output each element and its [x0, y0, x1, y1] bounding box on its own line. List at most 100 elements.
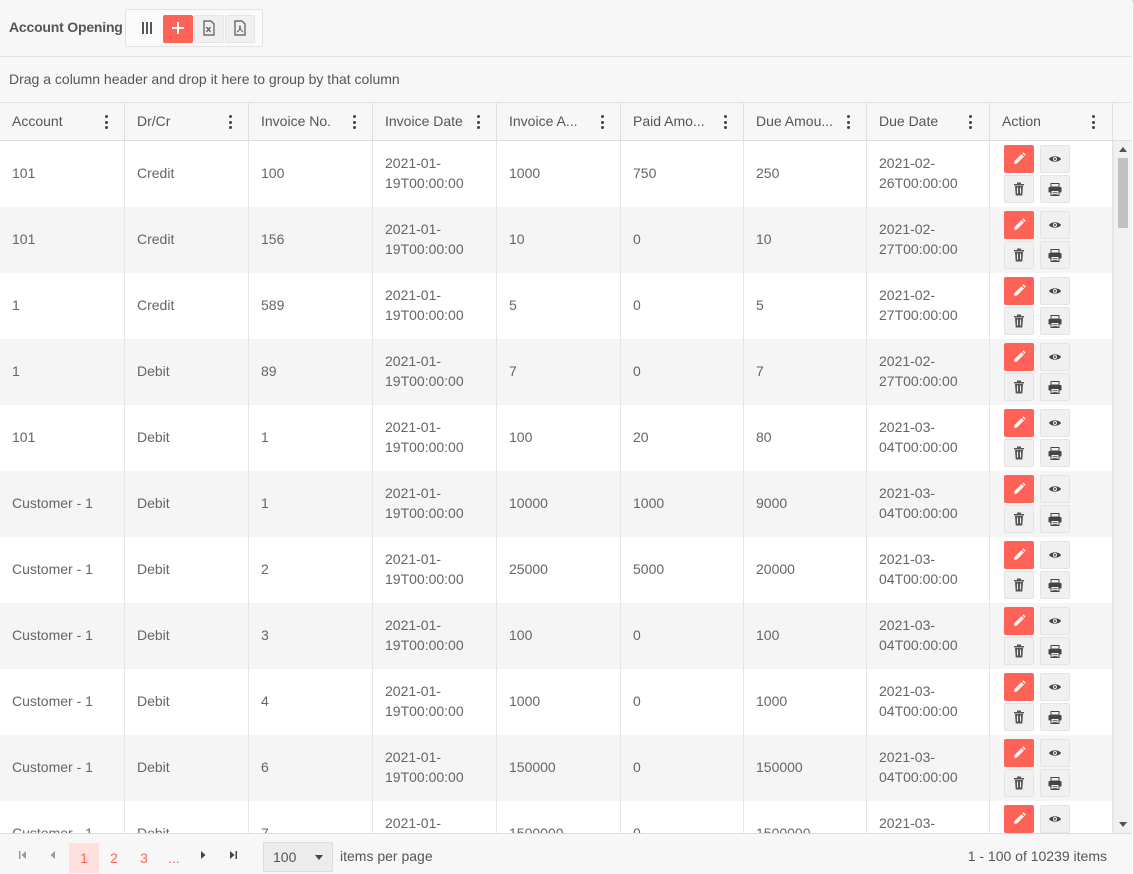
trash-icon — [1013, 512, 1025, 526]
print-button[interactable] — [1040, 175, 1070, 203]
view-button[interactable] — [1040, 673, 1070, 701]
column-menu-icon[interactable] — [596, 113, 608, 131]
edit-button[interactable] — [1004, 673, 1034, 701]
column-header-paid-amount[interactable]: Paid Amo... — [621, 103, 744, 141]
cell-paid-amount-value: 0 — [633, 363, 641, 379]
edit-button[interactable] — [1004, 211, 1034, 239]
view-button[interactable] — [1040, 409, 1070, 437]
print-button[interactable] — [1040, 571, 1070, 599]
view-button[interactable] — [1040, 607, 1070, 635]
column-header-invoice-date[interactable]: Invoice Date — [373, 103, 497, 141]
table-row[interactable]: 1 Credit 589 2021-01- 19T00:00:00 5 0 5 2021-02-… — [0, 273, 1113, 339]
page-number-3[interactable]: 3 — [129, 843, 159, 873]
print-button[interactable] — [1040, 505, 1070, 533]
table-row[interactable]: Customer - 1 Debit 1 2021-01- 19T00:00:00 100… — [0, 471, 1113, 537]
delete-button[interactable] — [1004, 637, 1034, 665]
column-header-due-amount[interactable]: Due Amou... — [744, 103, 867, 141]
edit-button[interactable] — [1004, 343, 1034, 371]
page-size-dropdown[interactable]: 100 — [263, 842, 333, 872]
cell-invoice-date-line: 2021-01- — [385, 815, 442, 831]
table-row[interactable]: 101 Credit 100 2021-01- 19T00:00:00 1000 750 25… — [0, 141, 1113, 207]
cell-drcr: Debit — [125, 735, 249, 801]
delete-button[interactable] — [1004, 307, 1034, 335]
cell-drcr-value: Debit — [137, 363, 170, 379]
edit-button[interactable] — [1004, 805, 1034, 833]
scrollbar-thumb[interactable] — [1118, 158, 1128, 228]
print-button[interactable] — [1040, 439, 1070, 467]
column-header-action[interactable]: Action — [990, 103, 1113, 141]
edit-button[interactable] — [1004, 475, 1034, 503]
table-row[interactable]: Customer - 1 Debit 2 2021-01- 19T00:00:00 250… — [0, 537, 1113, 603]
edit-button[interactable] — [1004, 541, 1034, 569]
column-menu-icon[interactable] — [472, 113, 484, 131]
export-pdf-button[interactable] — [225, 15, 255, 43]
scroll-up-arrow-icon[interactable] — [1119, 147, 1127, 152]
grid-pager: 1 2 3 ... 100 items per page 1 - 100 of … — [0, 833, 1132, 874]
delete-button[interactable] — [1004, 373, 1034, 401]
delete-button[interactable] — [1004, 769, 1034, 797]
column-menu-icon[interactable] — [1087, 113, 1099, 131]
export-excel-button[interactable] — [194, 15, 224, 43]
print-button[interactable] — [1040, 703, 1070, 731]
table-row[interactable]: Customer - 1 Debit 7 2021-01-19T00:00:00 150… — [0, 801, 1113, 833]
cell-account: 1 — [0, 273, 125, 339]
view-button[interactable] — [1040, 541, 1070, 569]
group-drop-panel[interactable]: Drag a column header and drop it here to… — [0, 57, 1132, 103]
column-menu-icon[interactable] — [100, 113, 112, 131]
table-row[interactable]: 101 Credit 156 2021-01- 19T00:00:00 10 0 10 2021… — [0, 207, 1113, 273]
view-button[interactable] — [1040, 805, 1070, 833]
delete-button[interactable] — [1004, 505, 1034, 533]
view-button[interactable] — [1040, 739, 1070, 767]
edit-button[interactable] — [1004, 145, 1034, 173]
previous-page-icon[interactable] — [46, 848, 60, 862]
scroll-down-arrow-icon[interactable] — [1119, 822, 1127, 827]
view-button[interactable] — [1040, 343, 1070, 371]
edit-button[interactable] — [1004, 277, 1034, 305]
print-button[interactable] — [1040, 307, 1070, 335]
column-menu-icon[interactable] — [964, 113, 976, 131]
view-button[interactable] — [1040, 145, 1070, 173]
print-button[interactable] — [1040, 637, 1070, 665]
view-button[interactable] — [1040, 211, 1070, 239]
column-menu-icon[interactable] — [719, 113, 731, 131]
column-header-account[interactable]: Account — [0, 103, 125, 141]
eye-icon — [1048, 484, 1062, 494]
column-menu-icon[interactable] — [842, 113, 854, 131]
next-page-icon[interactable] — [196, 848, 210, 862]
table-row[interactable]: 101 Debit 1 2021-01- 19T00:00:00 100 20 80 2021-… — [0, 405, 1113, 471]
delete-button[interactable] — [1004, 703, 1034, 731]
print-button[interactable] — [1040, 373, 1070, 401]
edit-button[interactable] — [1004, 607, 1034, 635]
table-row[interactable]: 1 Debit 89 2021-01- 19T00:00:00 7 0 7 2021-02- 27… — [0, 339, 1113, 405]
table-row[interactable]: Customer - 1 Debit 4 2021-01- 19T00:00:00 100… — [0, 669, 1113, 735]
view-button[interactable] — [1040, 277, 1070, 305]
last-page-icon[interactable] — [226, 848, 240, 862]
table-row[interactable]: Customer - 1 Debit 6 2021-01- 19T00:00:00 150… — [0, 735, 1113, 801]
page-number-1[interactable]: 1 — [69, 843, 99, 873]
delete-button[interactable] — [1004, 175, 1034, 203]
print-button[interactable] — [1040, 769, 1070, 797]
column-header-due-date[interactable]: Due Date — [867, 103, 990, 141]
view-button[interactable] — [1040, 475, 1070, 503]
columns-button[interactable] — [132, 15, 162, 43]
column-menu-icon[interactable] — [224, 113, 236, 131]
vertical-scrollbar[interactable] — [1113, 141, 1132, 833]
page-more[interactable]: ... — [159, 843, 189, 873]
column-header-drcr[interactable]: Dr/Cr — [125, 103, 249, 141]
delete-button[interactable] — [1004, 241, 1034, 269]
edit-button[interactable] — [1004, 739, 1034, 767]
delete-button[interactable] — [1004, 439, 1034, 467]
first-page-icon[interactable] — [16, 848, 30, 862]
print-button[interactable] — [1040, 241, 1070, 269]
cell-invoice-no-value: 7 — [261, 825, 269, 833]
cell-due-amount: 1500000 — [744, 801, 867, 833]
page-number-2[interactable]: 2 — [99, 843, 129, 873]
column-header-invoice-no[interactable]: Invoice No. — [249, 103, 373, 141]
add-button[interactable] — [163, 15, 193, 43]
grid-toolbar: Account Opening — [0, 0, 1132, 57]
edit-button[interactable] — [1004, 409, 1034, 437]
delete-button[interactable] — [1004, 571, 1034, 599]
column-menu-icon[interactable] — [348, 113, 360, 131]
column-header-invoice-amount[interactable]: Invoice A... — [497, 103, 621, 141]
table-row[interactable]: Customer - 1 Debit 3 2021-01- 19T00:00:00 100… — [0, 603, 1113, 669]
